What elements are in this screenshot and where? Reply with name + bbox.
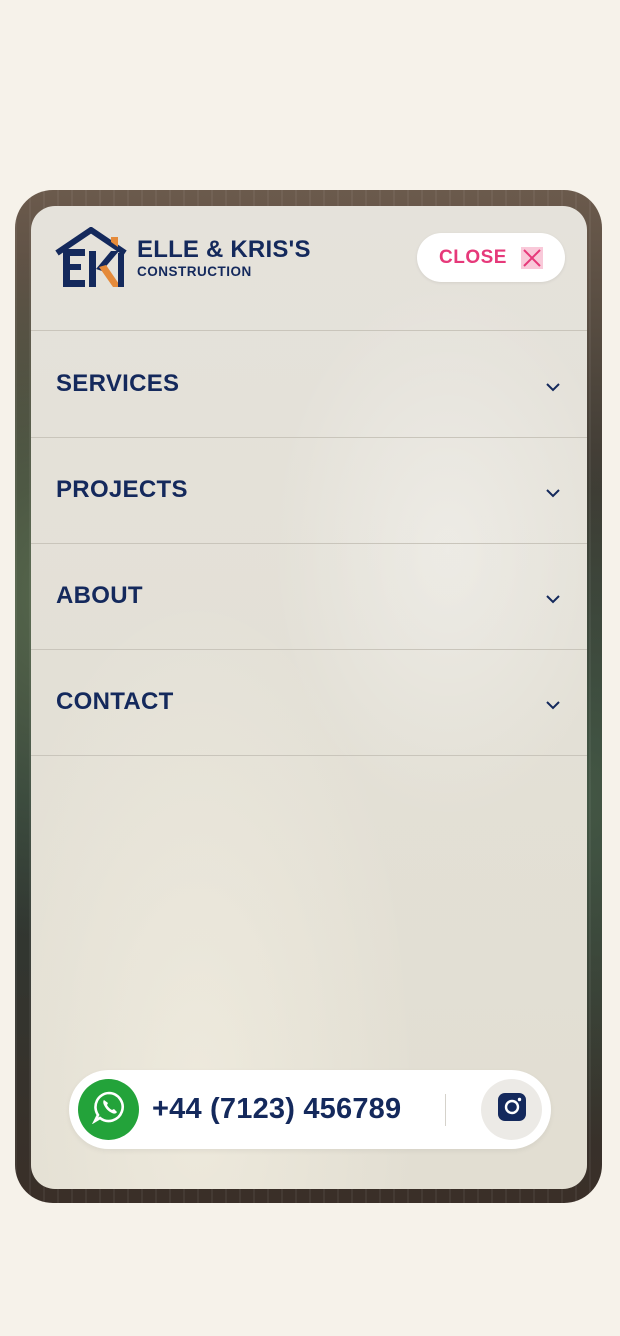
menu-header: ELLE & KRIS'S CONSTRUCTION CLOSE xyxy=(31,206,587,331)
brand-name: ELLE & KRIS'S xyxy=(137,235,311,263)
nav-item-projects[interactable]: PROJECTS xyxy=(31,437,587,544)
brand-logo[interactable]: ELLE & KRIS'S CONSTRUCTION xyxy=(55,226,311,289)
chevron-down-icon[interactable] xyxy=(545,379,561,392)
chevron-down-icon[interactable] xyxy=(545,697,561,710)
nav-item-about[interactable]: ABOUT xyxy=(31,543,587,650)
instagram-icon xyxy=(497,1092,527,1127)
chevron-down-icon[interactable] xyxy=(545,591,561,604)
nav-item-label: SERVICES xyxy=(56,370,180,397)
nav-item-label: CONTACT xyxy=(56,688,174,715)
nav-item-services[interactable]: SERVICES xyxy=(31,331,587,438)
nav-item-label: PROJECTS xyxy=(56,476,188,503)
brand-subtitle: CONSTRUCTION xyxy=(137,263,252,279)
whatsapp-icon xyxy=(91,1090,126,1129)
instagram-button[interactable] xyxy=(481,1079,542,1140)
nav-item-contact[interactable]: CONTACT xyxy=(31,649,587,756)
house-ek-logo-icon xyxy=(55,226,127,289)
menu-panel: ELLE & KRIS'S CONSTRUCTION CLOSE SERVICE… xyxy=(31,206,587,1189)
close-button[interactable]: CLOSE xyxy=(417,233,565,282)
close-icon xyxy=(520,246,543,269)
close-label: CLOSE xyxy=(439,246,507,268)
phone-number-link[interactable]: +44 (7123) 456789 xyxy=(152,1070,401,1149)
whatsapp-button[interactable] xyxy=(78,1079,139,1140)
nav-item-label: ABOUT xyxy=(56,582,143,609)
chevron-down-icon[interactable] xyxy=(545,485,561,498)
contact-bar: +44 (7123) 456789 xyxy=(69,1070,551,1149)
menu-overlay-frame: ELLE & KRIS'S CONSTRUCTION CLOSE SERVICE… xyxy=(15,190,602,1203)
divider xyxy=(445,1094,446,1126)
